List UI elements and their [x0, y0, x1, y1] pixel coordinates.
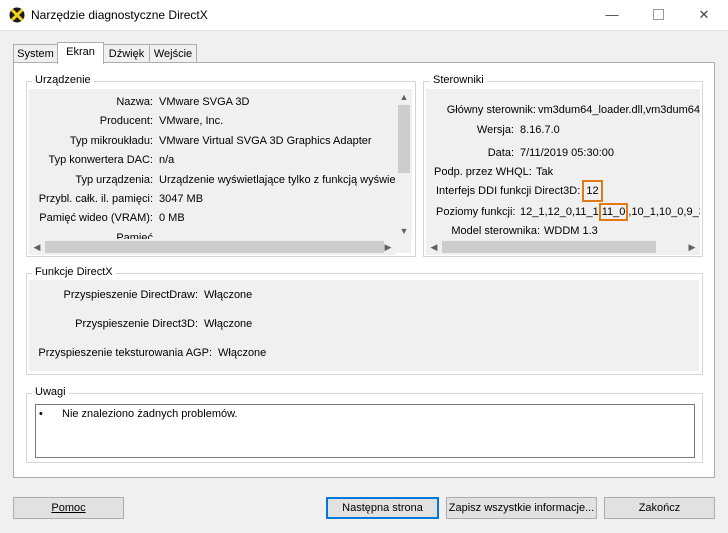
device-type-value: Urządzenie wyświetlające tylko z funkcją…: [159, 173, 395, 186]
notes-textbox[interactable]: • Nie znaleziono żadnych problemów.: [35, 404, 695, 458]
maximize-icon: [652, 9, 664, 21]
device-chip-type-label: Typ mikroukładu:: [69, 134, 153, 147]
agp-texture-label: Przyspieszenie teksturowania AGP:: [38, 347, 212, 359]
device-group-label: Urządzenie: [32, 74, 94, 86]
device-labels: Nazwa: Producent: Typ mikroukładu: Typ k…: [29, 93, 153, 239]
feature-levels-part-1: 12_1,12_0,11_1: [520, 206, 599, 218]
directdraw-label: Przyspieszenie DirectDraw:: [63, 289, 198, 301]
tab-sound[interactable]: Dźwięk: [103, 44, 150, 63]
driver-ddi-value: 12: [582, 180, 603, 202]
direct3d-value: Włączone: [204, 318, 253, 330]
device-type-label: Typ urządzenia:: [75, 173, 153, 186]
scroll-left-icon[interactable]: ◀: [29, 239, 45, 255]
tab-system[interactable]: System: [13, 44, 58, 63]
device-values: VMware SVGA 3D VMware, Inc. VMware Virtu…: [159, 93, 395, 240]
device-vscroll-thumb[interactable]: [398, 105, 410, 173]
driver-date-value: 7/11/2019 05:30:00: [520, 147, 614, 159]
minimize-icon: —: [605, 7, 619, 22]
device-manufacturer-value: VMware, Inc.: [159, 115, 224, 128]
scroll-left-icon[interactable]: ◀: [426, 239, 442, 255]
minimize-button[interactable]: —: [589, 0, 635, 30]
maximize-button[interactable]: [635, 0, 681, 30]
save-all-info-button[interactable]: Zapisz wszystkie informacje...: [446, 497, 597, 519]
driver-model-value: WDDM 1.3: [544, 225, 598, 237]
directdraw-value: Włączone: [204, 289, 253, 301]
direct3d-label: Przyspieszenie Direct3D:: [75, 318, 198, 330]
driver-ddi-label: Interfejs DDI funkcji Direct3D:: [436, 185, 581, 197]
device-memory-label: Pamięć: [116, 231, 153, 239]
drivers-hscroll-thumb[interactable]: [442, 241, 656, 253]
help-button[interactable]: Pomoc: [13, 497, 124, 519]
device-total-memory-label: Przybl. całk. il. pamięci:: [38, 192, 153, 205]
device-hscroll-thumb[interactable]: [45, 241, 384, 253]
notes-text: Nie znaleziono żadnych problemów.: [62, 408, 238, 420]
driver-main-label: Główny sterownik:: [446, 104, 536, 116]
driver-date-label: Data:: [487, 147, 514, 159]
device-chip-type-value: VMware Virtual SVGA 3D Graphics Adapter: [159, 134, 372, 147]
scroll-right-icon[interactable]: ▶: [380, 239, 396, 255]
scroll-up-icon[interactable]: ▲: [396, 89, 412, 105]
driver-whql-label: Podp. przez WHQL:: [434, 166, 532, 178]
driver-model-label: Model sterownika:: [451, 225, 540, 237]
device-name-value: VMware SVGA 3D: [159, 96, 250, 108]
drivers-group-label: Sterowniki: [430, 74, 487, 86]
feature-levels-part-3: ,10_1,10_0,9_3: [628, 206, 700, 218]
device-vram-label: Pamięć wideo (VRAM):: [39, 212, 153, 225]
notes-bullet: •: [39, 408, 43, 420]
notes-group-label: Uwagi: [32, 386, 69, 398]
exit-button[interactable]: Zakończ: [604, 497, 715, 519]
driver-whql-value: Tak: [536, 166, 554, 178]
driver-version-label: Wersja:: [476, 124, 514, 136]
driver-feature-levels-label: Poziomy funkcji:: [436, 206, 516, 218]
close-button[interactable]: ✕: [681, 0, 727, 30]
tab-input[interactable]: Wejście: [149, 44, 197, 63]
scroll-right-icon[interactable]: ▶: [684, 239, 700, 255]
next-page-button[interactable]: Następna strona: [326, 497, 439, 519]
title-bar[interactable]: Narzędzie diagnostyczne DirectX — ✕: [0, 0, 728, 31]
drivers-content: Główny sterownik: vm3dum64_loader.dll,vm…: [426, 104, 700, 239]
scroll-down-icon[interactable]: ▼: [396, 223, 412, 239]
window-title: Narzędzie diagnostyczne DirectX: [31, 8, 208, 22]
device-dac-type-label: Typ konwertera DAC:: [48, 154, 153, 167]
directx-features-group-label: Funkcje DirectX: [32, 266, 116, 278]
tab-display[interactable]: Ekran: [57, 42, 104, 64]
feature-level-11-0-highlight: 11_0: [598, 203, 629, 221]
device-vram-value: 0 MB: [159, 212, 185, 225]
driver-version-value: 8.16.7.0: [520, 124, 560, 136]
device-manufacturer-label: Producent:: [99, 115, 153, 128]
device-name-label: Nazwa:: [116, 96, 153, 108]
directx-app-icon: [9, 7, 25, 23]
driver-feature-levels-value: 12_1,12_0,11_1 11_0,10_1,10_0,9_3: [520, 203, 700, 221]
driver-main-value: vm3dum64_loader.dll,vm3dum64_: [538, 104, 700, 116]
agp-texture-value: Włączone: [218, 347, 267, 359]
device-dac-type-value: n/a: [159, 154, 175, 167]
device-total-memory-value: 3047 MB: [159, 192, 204, 205]
close-icon: ✕: [698, 7, 710, 22]
